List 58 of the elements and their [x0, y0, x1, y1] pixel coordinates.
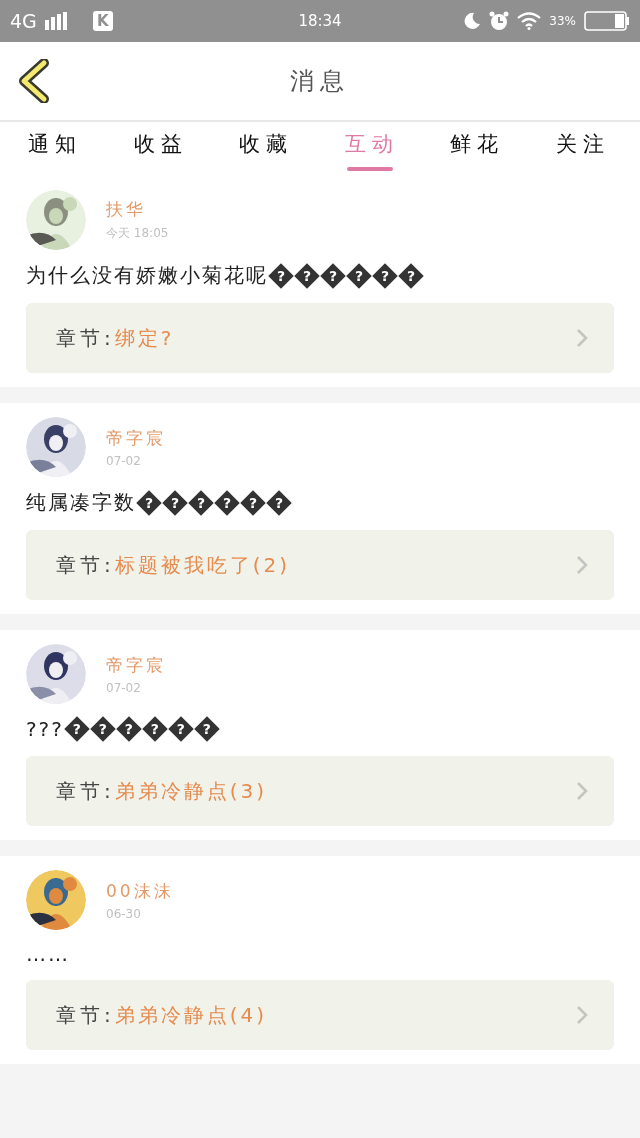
chapter-label: 章节: [56, 1001, 115, 1029]
chapter-title: 绑定? [114, 324, 175, 352]
missing-glyph-mark: ? [398, 262, 424, 289]
chapter-label: 章节: [56, 777, 115, 805]
chapter-card[interactable]: 章节:绑定? [26, 303, 614, 373]
missing-glyph-mark: ? [162, 489, 188, 516]
chapter-label: 章节: [56, 324, 115, 352]
missing-glyph-mark: ? [115, 716, 142, 742]
missing-glyph-mark: ? [63, 716, 90, 742]
clock: 18:34 [298, 12, 342, 30]
moon-icon [463, 12, 482, 30]
missing-glyph-mark: ? [214, 489, 240, 516]
missing-glyph-mark: ? [188, 489, 214, 516]
message-text: ??? [26, 717, 64, 741]
missing-glyph-mark: ? [372, 262, 398, 289]
network-label: 4G [10, 10, 37, 32]
missing-glyph-mark: ? [141, 716, 168, 742]
tab[interactable]: 收藏 [239, 127, 294, 171]
page-title: 消息 [290, 66, 350, 97]
missing-glyph-mark: ? [240, 489, 266, 516]
message-text: 纯属凑字数 [26, 489, 136, 516]
chevron-right-icon [576, 555, 588, 575]
chevron-right-icon [576, 328, 588, 348]
chapter-label: 章节: [56, 551, 115, 579]
back-icon[interactable] [18, 59, 50, 103]
message-time: 06-30 [106, 906, 142, 921]
chapter-card[interactable]: 章节:弟弟冷静点(4) [26, 980, 614, 1050]
missing-glyph-mark: ? [294, 262, 320, 289]
missing-glyph-mark: ? [268, 262, 294, 289]
message-text: 为什么没有娇嫩小菊花呢 [26, 262, 268, 289]
missing-glyph-mark: ? [89, 716, 116, 742]
tab[interactable]: 关注 [555, 127, 610, 171]
tab[interactable]: 收益 [133, 127, 188, 171]
chevron-right-icon [576, 1005, 588, 1025]
message-time: 07-02 [106, 680, 142, 695]
missing-glyph-mark: ? [346, 262, 372, 289]
missing-glyph-mark: ? [320, 262, 346, 289]
tab[interactable]: 通知 [28, 127, 82, 171]
battery-icon [584, 11, 630, 31]
message-time: 今天 18:05 [106, 225, 169, 242]
chapter-title: 弟弟冷静点(4) [114, 1001, 268, 1029]
chevron-right-icon [576, 781, 588, 801]
battery-percent: 33% [549, 14, 576, 28]
alarm-clock-icon [489, 11, 510, 31]
message-text: …… [26, 942, 70, 966]
message-time: 07-02 [106, 453, 142, 468]
chapter-title: 标题被我吃了(2) [114, 551, 291, 579]
missing-glyph-mark: ? [266, 489, 292, 516]
missing-glyph-mark: ? [167, 716, 194, 742]
missing-glyph-mark: ? [193, 716, 220, 742]
chapter-card[interactable]: 章节:弟弟冷静点(3) [26, 756, 614, 826]
chapter-title: 弟弟冷静点(3) [114, 777, 268, 805]
app-badge: K [92, 11, 113, 31]
wifi-icon [517, 12, 542, 30]
missing-glyph-mark: ? [136, 489, 162, 516]
tab[interactable]: 鲜花 [450, 127, 505, 171]
signal-icon [44, 12, 67, 30]
chapter-card[interactable]: 章节:标题被我吃了(2) [26, 530, 614, 600]
